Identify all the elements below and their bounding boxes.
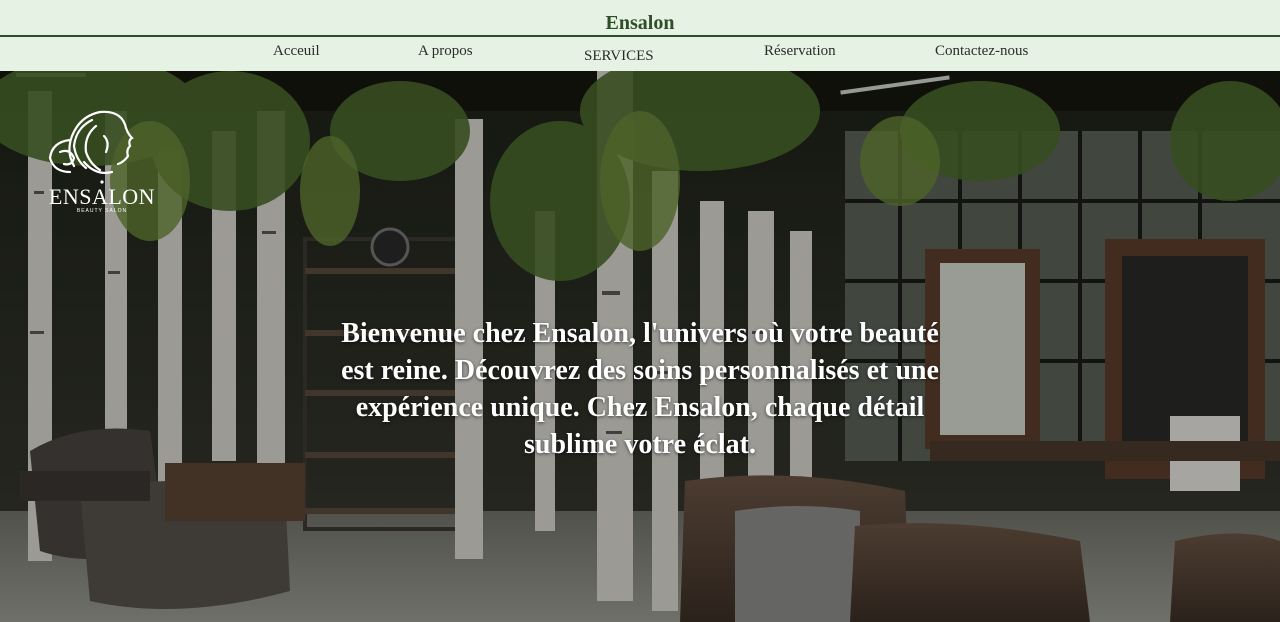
hero-section: ENSALON BEAUTY SALON Bienvenue chez Ensa… <box>0 71 1280 622</box>
nav-link-a-propos[interactable]: A propos <box>418 43 473 60</box>
title-divider <box>0 35 1280 37</box>
woman-profile-logo-icon <box>48 110 134 184</box>
brand-logo: ENSALON BEAUTY SALON <box>40 106 164 221</box>
logo-wordmark: ENSALON <box>48 184 156 209</box>
hero-welcome-message: Bienvenue chez Ensalon, l'univers où vot… <box>341 318 939 460</box>
nav-link-reservation[interactable]: Réservation <box>764 43 836 60</box>
nav-link-contact[interactable]: Contactez-nous <box>935 43 1028 60</box>
site-title: Ensalon <box>605 12 675 34</box>
nav-link-services[interactable]: SERVICES <box>584 48 654 65</box>
logo-tagline: BEAUTY SALON <box>76 208 128 214</box>
nav-link-accueil[interactable]: Acceuil <box>273 43 320 60</box>
site-header: Ensalon Acceuil A propos SERVICES Réserv… <box>0 0 1280 71</box>
